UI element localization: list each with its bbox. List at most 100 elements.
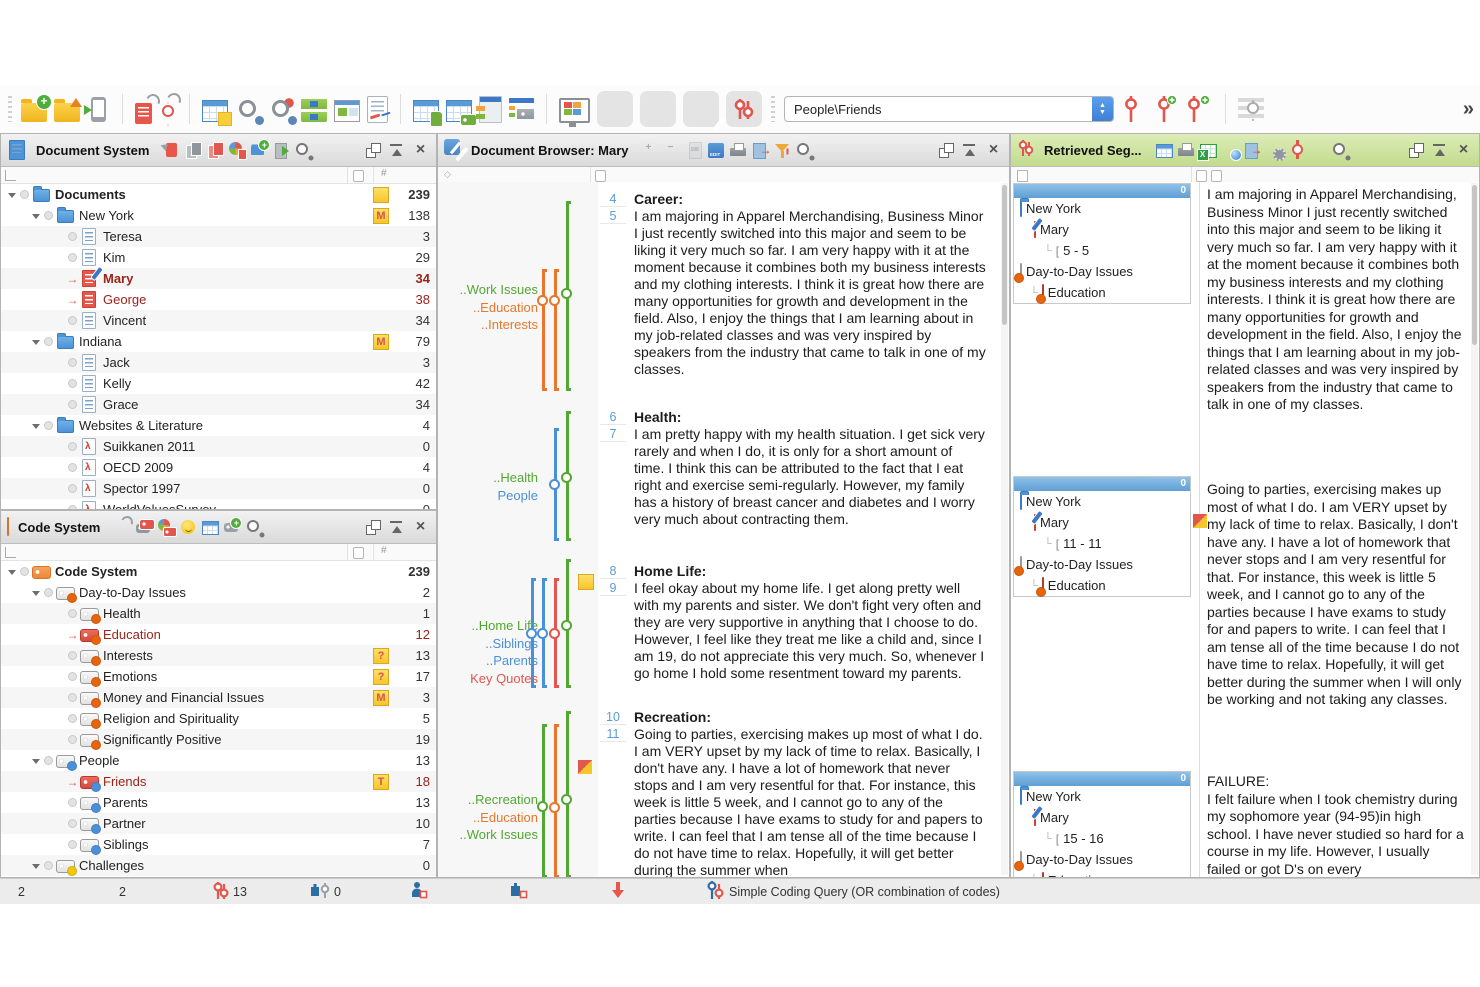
activation-dot-icon[interactable] xyxy=(66,232,79,241)
close-panel-icon[interactable]: × xyxy=(1454,141,1473,160)
coding-stripe-labels[interactable]: ..Work Issues..Education..Interests xyxy=(438,281,538,334)
code-tree-row[interactable]: Emotions?17 xyxy=(1,666,436,687)
segment-parent-code-row[interactable]: Day-to-Day Issues xyxy=(1014,554,1190,575)
code-tree-row[interactable]: Significantly Positive19 xyxy=(1,729,436,750)
search-icon[interactable] xyxy=(795,141,814,160)
segment-folder-row[interactable]: New York xyxy=(1014,491,1190,512)
activated-by-user-icon[interactable] xyxy=(410,879,428,904)
memo-column-icon[interactable] xyxy=(353,547,364,559)
document-tree-row[interactable]: New YorkM138 xyxy=(1,205,436,226)
memo-manager-icon[interactable] xyxy=(202,100,228,122)
document-tree-row[interactable]: Websites & Literature4 xyxy=(1,415,436,436)
document-tree-row[interactable]: Grace34 xyxy=(1,394,436,415)
coding-search-icon[interactable] xyxy=(268,96,294,122)
collapse-panel-icon[interactable] xyxy=(960,141,979,160)
segment-info-box[interactable]: 0New YorkMary└[15 - 16Day-to-Day Issues└… xyxy=(1013,771,1191,877)
segment-range-row[interactable]: └[5 - 5 xyxy=(1014,240,1190,261)
code-statistics-icon[interactable] xyxy=(157,518,176,537)
segment-parent-code-row[interactable]: Day-to-Day Issues xyxy=(1014,261,1190,282)
document-tree-row[interactable]: Documents239 xyxy=(1,184,436,205)
activation-dot-icon[interactable] xyxy=(66,463,79,472)
activation-dot-icon[interactable] xyxy=(66,379,79,388)
browser-scrollbar[interactable] xyxy=(1001,183,1008,875)
toggle-document-browser-button[interactable] xyxy=(683,91,719,127)
expand-arrow-icon[interactable] xyxy=(29,419,42,433)
new-code-icon[interactable] xyxy=(223,518,242,537)
segment-info-box[interactable]: 0New YorkMary└[5 - 5Day-to-Day Issues└Ed… xyxy=(1013,183,1191,304)
segment-code-row[interactable]: └Education xyxy=(1014,282,1190,303)
activation-dot-icon[interactable] xyxy=(66,400,79,409)
expand-arrow-icon[interactable] xyxy=(29,335,42,349)
new-subcode-icon[interactable] xyxy=(1187,95,1213,123)
activation-dot-icon[interactable] xyxy=(66,609,79,618)
new-document-group-icon[interactable] xyxy=(250,141,269,160)
document-tree-row[interactable]: →George38 xyxy=(1,289,436,310)
count-column-icon[interactable]: # xyxy=(381,168,387,179)
document-tree-row[interactable]: OECD 20094 xyxy=(1,457,436,478)
document-tree-row[interactable]: Kelly42 xyxy=(1,373,436,394)
expand-arrow-icon[interactable] xyxy=(29,586,42,600)
code-segments-icon[interactable] xyxy=(1287,141,1306,160)
memo-icon[interactable]: T xyxy=(373,774,389,790)
codes-count[interactable]: 2 xyxy=(115,879,126,904)
segment-range-row[interactable]: └[11 - 11 xyxy=(1014,533,1190,554)
collapse-panel-icon[interactable] xyxy=(1430,141,1449,160)
weight-status-icon[interactable] xyxy=(510,879,528,904)
toolbar-overflow-icon[interactable]: » xyxy=(1457,96,1480,122)
retrieved-segments-count[interactable]: 13 xyxy=(212,879,247,904)
print-icon[interactable] xyxy=(1177,141,1196,160)
segment-folder-row[interactable]: New York xyxy=(1014,786,1190,807)
segment-box-titlebar[interactable]: 0 xyxy=(1014,184,1190,198)
paragraph-column-icon[interactable] xyxy=(595,170,606,182)
coding-stripe-line[interactable] xyxy=(566,559,571,688)
visual-tools-icon[interactable] xyxy=(559,98,590,123)
activation-dot-icon[interactable] xyxy=(18,190,31,199)
code-tree-row[interactable]: Money and Financial IssuesM3 xyxy=(1,687,436,708)
zoom-in-icon[interactable] xyxy=(641,141,660,160)
export-icon[interactable] xyxy=(1243,141,1262,160)
code-label[interactable]: ..Siblings xyxy=(438,635,538,653)
new-document-icon[interactable] xyxy=(184,141,203,160)
overview-of-codes-icon[interactable] xyxy=(446,100,472,122)
coding-stripe-line[interactable] xyxy=(554,724,559,877)
coding-stripe-labels[interactable]: ..Recreation..Education..Work Issues xyxy=(438,791,538,844)
code-label[interactable]: Key Quotes xyxy=(438,670,538,688)
search-icon[interactable] xyxy=(294,141,313,160)
text-search-icon[interactable] xyxy=(235,96,261,122)
segment-parent-code-row[interactable]: Day-to-Day Issues xyxy=(1014,849,1190,870)
expand-arrow-icon[interactable] xyxy=(5,565,18,579)
toggle-retrieved-segments-button[interactable] xyxy=(726,91,762,127)
memo-corner-icon[interactable] xyxy=(1193,514,1207,528)
activation-dot-icon[interactable] xyxy=(18,567,31,576)
collapse-panel-icon[interactable] xyxy=(387,518,406,537)
activation-dot-icon[interactable] xyxy=(66,442,79,451)
undo-coding-icon[interactable] xyxy=(159,96,177,122)
segment-document-row[interactable]: Mary xyxy=(1014,512,1190,533)
document-portrait-icon[interactable] xyxy=(479,96,502,123)
code-tree-row[interactable]: Health1 xyxy=(1,603,436,624)
segment-range-row[interactable]: └[15 - 16 xyxy=(1014,828,1190,849)
document-set-icon[interactable] xyxy=(206,141,225,160)
memo-icon[interactable] xyxy=(578,574,594,590)
code-label[interactable]: ..Work Issues xyxy=(438,826,538,844)
activation-dot-icon[interactable] xyxy=(66,819,79,828)
segment-text[interactable]: I am majoring in Apparel Merchandising, … xyxy=(1207,186,1465,414)
activation-arrow-icon[interactable]: → xyxy=(66,776,79,788)
code-tree-row[interactable]: Code System239 xyxy=(1,561,436,582)
table-options-icon[interactable] xyxy=(1265,141,1284,160)
coding-stripe-labels[interactable]: ..HealthPeople xyxy=(438,469,538,504)
print-icon[interactable] xyxy=(729,141,748,160)
undock-panel-icon[interactable] xyxy=(363,518,382,537)
code-label[interactable]: ..Education xyxy=(438,809,538,827)
retrieved-scrollbar[interactable] xyxy=(1471,183,1478,875)
collapse-panel-icon[interactable] xyxy=(387,141,406,160)
activation-dot-icon[interactable] xyxy=(66,358,79,367)
undock-panel-icon[interactable] xyxy=(936,141,955,160)
logbook-icon[interactable] xyxy=(367,96,388,123)
expand-arrow-icon[interactable] xyxy=(5,188,18,202)
close-panel-icon[interactable]: × xyxy=(984,141,1003,160)
code-label[interactable]: ..Education xyxy=(438,299,538,317)
tree-view-icon[interactable] xyxy=(5,547,16,558)
autocode-icon[interactable] xyxy=(610,879,626,904)
code-label[interactable]: People xyxy=(438,487,538,505)
